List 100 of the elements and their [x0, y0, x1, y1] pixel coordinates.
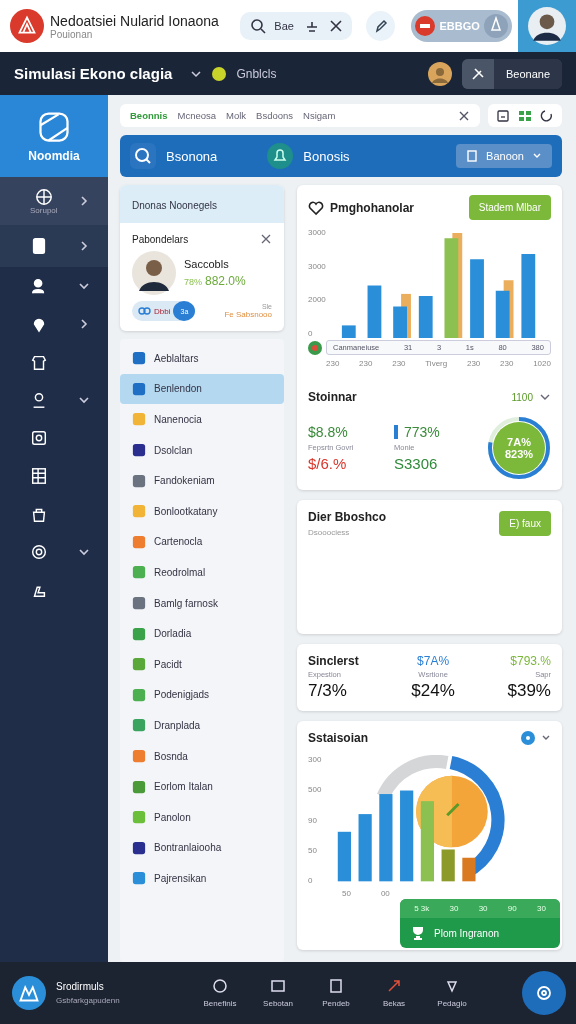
menu-label: Benlendon — [154, 383, 202, 395]
close-icon[interactable] — [458, 109, 470, 122]
save-icon[interactable] — [496, 108, 510, 123]
menu-label: Bontranlaiooha — [154, 842, 222, 854]
bar — [441, 849, 455, 882]
axis-label: 0 — [308, 328, 314, 338]
edit-button[interactable] — [366, 11, 396, 41]
bell-icon[interactable] — [267, 143, 294, 169]
badge-icon — [308, 340, 322, 355]
menu-label: Panolon — [154, 811, 191, 823]
axis-label: 00 — [380, 889, 390, 898]
info-icon[interactable] — [521, 731, 535, 745]
avatar-icon[interactable] — [527, 7, 566, 45]
link-icon — [137, 304, 151, 318]
menu-label: Dsolclan — [154, 444, 193, 456]
nav-button[interactable]: Beonane — [493, 58, 562, 89]
menu-item[interactable]: Fandokeniam — [120, 465, 284, 496]
stat-value: 773% — [404, 424, 440, 440]
card-title: Dier Bboshco — [308, 510, 386, 524]
toast-value: 90 — [507, 904, 517, 913]
axis-label: 230 — [326, 359, 340, 368]
grid-icon[interactable] — [518, 108, 532, 123]
menu-item[interactable]: Panolon — [120, 801, 284, 833]
percent-label: 78% — [184, 277, 202, 287]
search-icon[interactable] — [130, 143, 156, 169]
nav-item[interactable]: Benefinis — [196, 978, 244, 1008]
menu-item[interactable]: Reodrolmal — [120, 557, 284, 588]
avatar-icon[interactable] — [427, 61, 452, 86]
settings-button[interactable] — [522, 971, 566, 1015]
axis-label: 90 — [308, 815, 318, 825]
menu-item[interactable]: Podenigjads — [120, 679, 284, 711]
search-field[interactable]: Bae — [240, 12, 353, 40]
arrow-icon — [386, 978, 402, 994]
menu-item[interactable]: Benlendon — [120, 373, 284, 405]
circle-icon — [212, 978, 228, 994]
tab[interactable]: Mcneosa — [177, 108, 217, 123]
menu-item[interactable]: Nanenocia — [120, 404, 284, 435]
nav-label: Benefinis — [203, 999, 237, 1008]
axis-label: 230 — [500, 359, 514, 368]
app-subtitle: Pouionan — [50, 28, 94, 40]
axis-label: 3000 — [308, 261, 327, 271]
close-icon[interactable] — [260, 233, 272, 245]
menu-item[interactable]: Dsolclan — [120, 434, 284, 466]
search-input[interactable]: Bae — [274, 20, 297, 32]
bar — [495, 290, 510, 338]
sidebar-item[interactable] — [0, 225, 108, 267]
globe-icon — [34, 187, 53, 206]
app-name: Srodirmuls — [56, 981, 105, 992]
menu-item[interactable]: Bosnda — [120, 740, 284, 772]
brand-tile[interactable]: Noomdia — [0, 95, 108, 177]
settings-icon — [534, 983, 554, 1003]
nav-item[interactable]: Pendeb — [312, 978, 360, 1008]
card-title: Dnonas Noonegels — [132, 200, 218, 211]
close-icon[interactable] — [328, 18, 345, 34]
nav-label: Bekas — [382, 999, 406, 1008]
percent-value: 882.0% — [205, 274, 246, 288]
toast-value: 30 — [536, 904, 546, 913]
tab[interactable]: Beonnis — [130, 108, 168, 123]
app-name: Simulasi Ekono clagia — [14, 65, 173, 82]
menu-item[interactable]: Pajrensikan — [120, 863, 284, 894]
status-text: Gnblcls — [236, 66, 277, 81]
menu-label: Eorlom Italan — [154, 781, 213, 793]
menu-item[interactable]: Cartenocla — [120, 526, 284, 558]
refresh-icon[interactable] — [540, 108, 554, 123]
menu-item[interactable]: Aeblaltars — [120, 343, 284, 374]
tab[interactable]: Nsigam — [303, 108, 336, 123]
menu-label: Cartenocla — [154, 536, 203, 548]
tab[interactable]: Bsdoons — [256, 108, 294, 123]
app-icon[interactable] — [12, 976, 46, 1010]
menu-item[interactable]: Bonlootkatany — [120, 495, 284, 527]
card-title: Pmghohanolar — [330, 200, 414, 215]
bar — [358, 814, 372, 882]
nav-item[interactable]: Bekas — [370, 978, 418, 1008]
total-value: $39% — [507, 681, 551, 701]
menu-label: Dranplada — [154, 719, 201, 731]
trophy-icon — [410, 925, 426, 941]
menu-label: Pacidt — [154, 658, 182, 670]
menu-item[interactable]: Bamlg farnosk — [120, 587, 284, 619]
nav-item[interactable]: Pedagio — [428, 978, 476, 1008]
menu-item[interactable]: Pacidt — [120, 648, 284, 680]
menu-item[interactable]: Bontranlaiooha — [120, 832, 284, 864]
bar-marker — [394, 425, 398, 439]
axis-label: 50 — [308, 845, 318, 855]
bar — [367, 285, 382, 338]
period-value: 1100 — [511, 391, 533, 403]
document-icon — [466, 150, 479, 162]
gear-icon — [30, 543, 48, 561]
search-icon — [250, 18, 267, 34]
nav-label: Pendeb — [322, 999, 350, 1008]
nav-item[interactable]: Sebotan — [254, 978, 302, 1008]
tab[interactable]: Molk — [226, 108, 247, 123]
menu-item[interactable]: Dorladia — [120, 618, 284, 649]
toast-value: 30 — [478, 904, 488, 913]
menu-item[interactable]: Eorlom Italan — [120, 771, 284, 802]
menu-label: Fandokeniam — [154, 475, 215, 487]
total-heading: $7A% — [417, 654, 450, 668]
sidebar-item[interactable]: Sorupol — [0, 177, 108, 225]
menu-item[interactable]: Dranplada — [120, 710, 284, 741]
sidebar-label: Sorupol — [30, 205, 58, 215]
status-dot-icon — [212, 66, 227, 81]
